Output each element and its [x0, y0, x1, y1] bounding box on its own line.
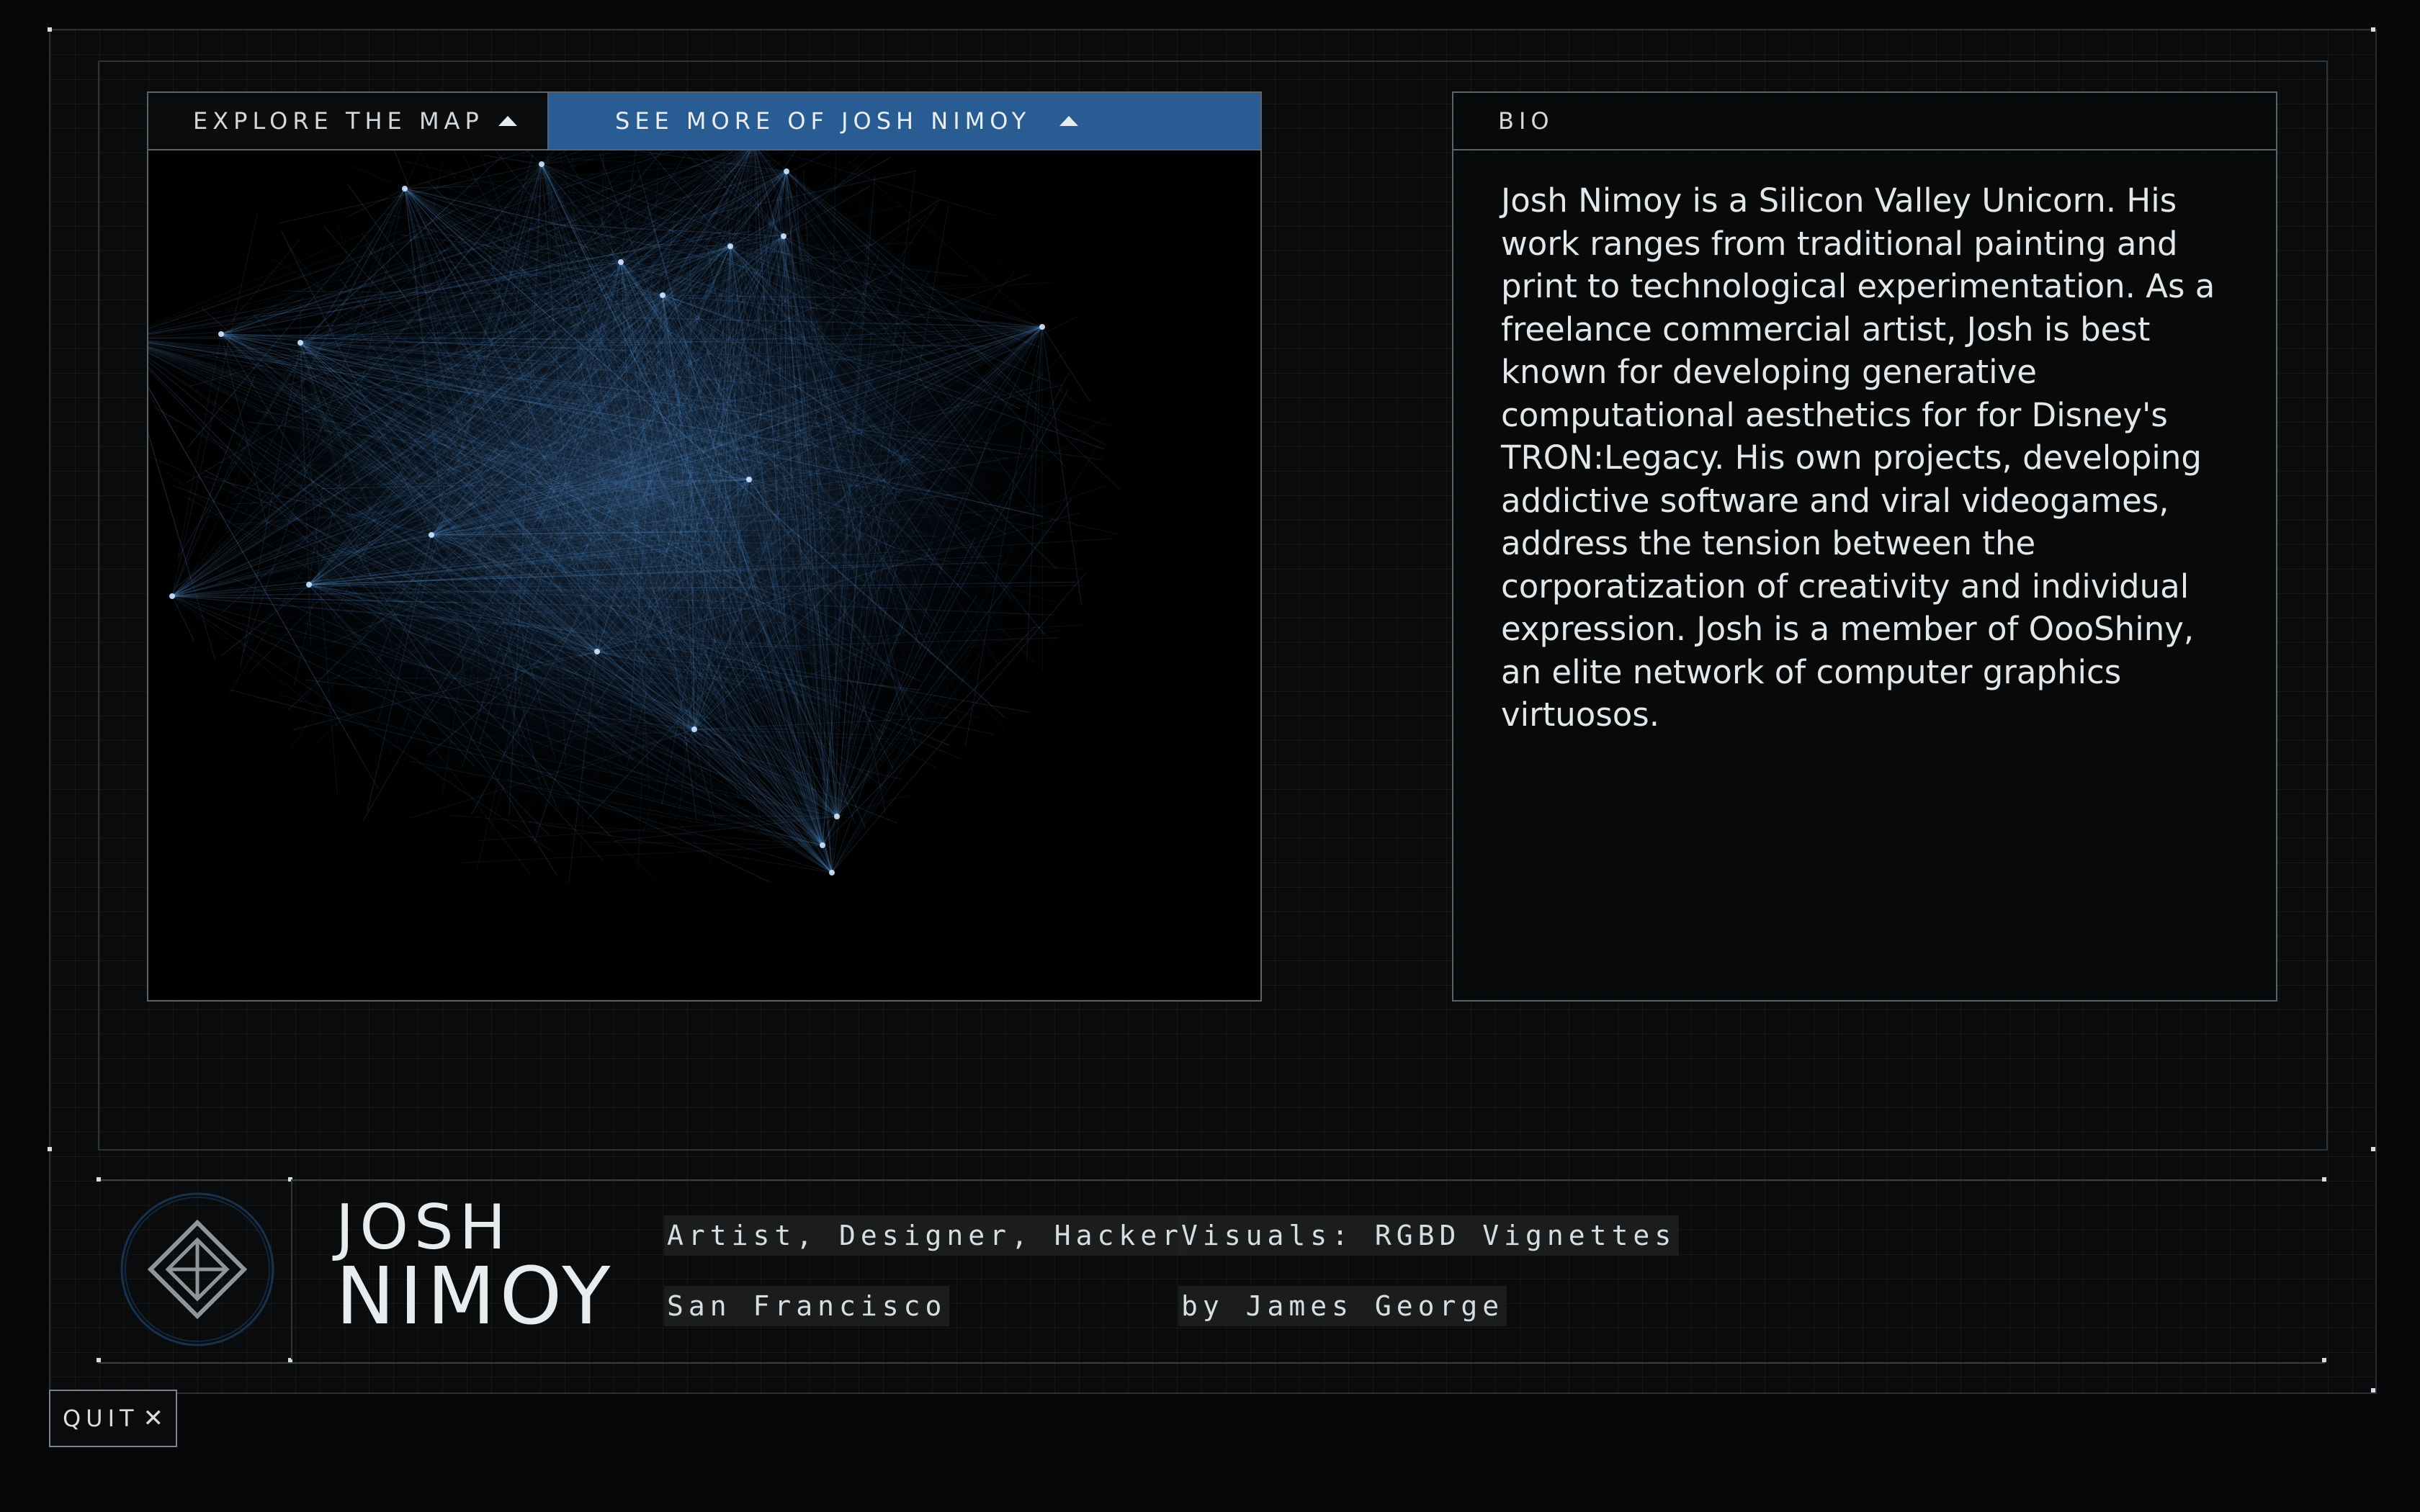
network-node — [784, 168, 789, 174]
network-node — [781, 233, 786, 239]
tab-explore-label: EXPLORE THE MAP — [193, 107, 484, 135]
bio-line: address the tension between the — [1501, 524, 2036, 562]
tab-see-more-label: SEE MORE OF JOSH NIMOY — [615, 107, 1031, 135]
quit-button[interactable]: QUIT ✕ — [49, 1390, 177, 1447]
network-node — [727, 243, 733, 249]
corner-dot — [48, 1147, 52, 1151]
network-node — [169, 593, 175, 599]
network-node — [691, 726, 697, 732]
bio-line: Josh Nimoy is a Silicon Valley Unicorn. … — [1501, 181, 2177, 220]
network-node — [618, 259, 624, 265]
bio-panel: BIO Josh Nimoy is a Silicon Valley Unico… — [1452, 91, 2277, 1002]
network-node — [1039, 324, 1045, 330]
profile-name: JOSH NIMOY — [336, 1195, 615, 1342]
triangle-up-icon — [1059, 116, 1079, 126]
tab-see-more[interactable]: SEE MORE OF JOSH NIMOY — [549, 93, 1260, 149]
bio-line: addictive software and viral videogames, — [1501, 481, 2169, 520]
network-node — [218, 331, 224, 337]
visuals-title: Visuals: RGBD Vignettes — [1178, 1215, 1680, 1256]
diamond-logo-icon — [120, 1192, 274, 1346]
last-name: NIMOY — [336, 1250, 615, 1342]
network-node — [429, 532, 434, 538]
corner-dot — [48, 27, 52, 32]
network-node — [297, 340, 303, 346]
close-icon: ✕ — [143, 1404, 164, 1433]
network-node — [829, 870, 835, 876]
logo-box — [98, 1179, 292, 1359]
bio-line: freelance commercial artist, Josh is bes… — [1501, 310, 2151, 348]
bio-line: print to technological experimentation. … — [1501, 267, 2215, 305]
corner-dot — [2371, 1147, 2375, 1151]
visuals-credit: by James George — [1178, 1286, 1507, 1326]
bio-line: an elite network of computer graphics — [1501, 652, 2122, 691]
bio-line: work ranges from traditional painting an… — [1501, 224, 2178, 263]
triangle-up-icon — [498, 116, 517, 126]
map-tabs: EXPLORE THE MAP SEE MORE OF JOSH NIMOY — [148, 93, 1260, 150]
network-node — [539, 161, 544, 167]
profile-location: San Francisco — [664, 1286, 950, 1326]
corner-dot — [2322, 1358, 2326, 1362]
corner-dot — [2322, 1177, 2326, 1182]
network-node — [660, 292, 666, 298]
map-panel: EXPLORE THE MAP SEE MORE OF JOSH NIMOY — [147, 91, 1262, 1002]
quit-label: QUIT — [62, 1405, 139, 1432]
tab-explore-map[interactable]: EXPLORE THE MAP — [148, 93, 549, 149]
network-node — [594, 649, 600, 654]
network-node — [820, 842, 825, 848]
bio-line: virtuosos. — [1501, 696, 1660, 734]
bio-text: Josh Nimoy is a Silicon Valley Unicorn. … — [1453, 150, 2276, 737]
network-map[interactable] — [148, 149, 1260, 1000]
network-node — [402, 186, 408, 192]
bio-line: computational aesthetics for for Disney'… — [1501, 395, 2168, 434]
bio-line: corporatization of creativity and indivi… — [1501, 567, 2190, 606]
network-node — [834, 814, 840, 819]
corner-dot — [2371, 27, 2375, 32]
profile-roles: Artist, Designer, Hacker — [664, 1215, 1187, 1256]
network-node — [746, 477, 752, 482]
network-node — [306, 582, 312, 588]
bio-line: expression. Josh is a member of OooShiny… — [1501, 610, 2195, 648]
bio-header: BIO — [1453, 93, 2276, 150]
corner-dot — [2371, 1388, 2375, 1392]
bio-line: known for developing generative — [1501, 353, 2037, 391]
bio-line: TRON:Legacy. His own projects, developin… — [1501, 438, 2202, 477]
